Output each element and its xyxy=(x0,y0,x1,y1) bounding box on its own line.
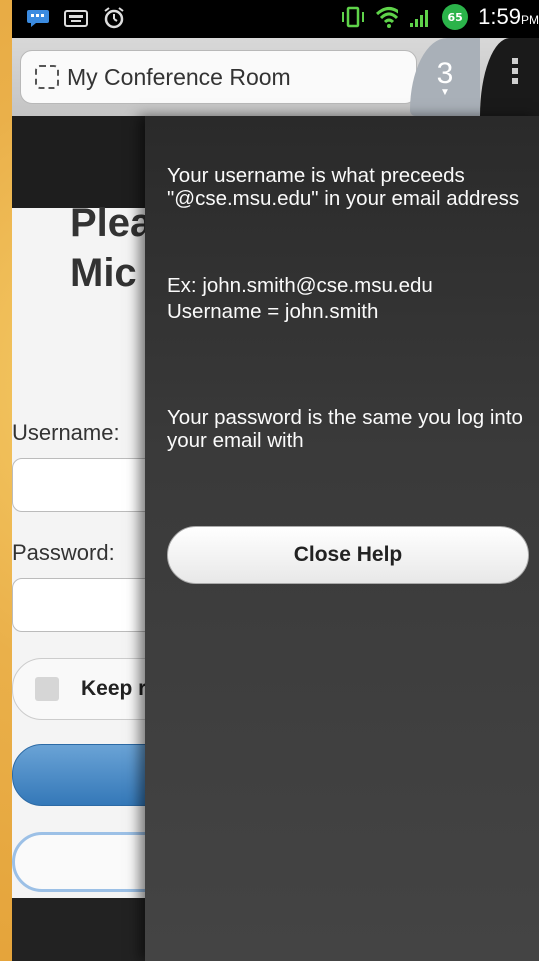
password-label: Password: xyxy=(12,540,115,565)
help-panel: Your username is what preceeds "@cse.msu… xyxy=(145,116,539,961)
keyboard-icon xyxy=(64,8,88,28)
example-username-text: Username = john.smith xyxy=(167,300,379,323)
menu-icon[interactable] xyxy=(512,58,518,84)
chat-icon xyxy=(26,8,50,28)
wifi-icon xyxy=(374,7,399,28)
status-clock: 1:59PM xyxy=(478,4,539,29)
status-bar: 65 1:59PM xyxy=(12,0,539,38)
tab-count: 3 xyxy=(436,56,454,90)
keep-logged-in-checkbox[interactable] xyxy=(35,677,59,701)
password-help-text: Your password is the same you log into y… xyxy=(167,406,523,452)
battery-indicator: 65 xyxy=(442,4,469,30)
page-title: My Conference Room xyxy=(67,63,291,90)
address-bar: My Conference Room 3 ▼ xyxy=(12,38,539,116)
keep-logged-in-label: Keep r xyxy=(81,677,147,700)
close-help-button[interactable]: Close Help xyxy=(167,526,529,584)
chevron-down-icon: ▼ xyxy=(440,86,450,98)
menu-area xyxy=(480,38,539,116)
browser-frame: 65 1:59PM My Conference Room 3 ▼ Plea Mi… xyxy=(12,0,539,961)
username-help-text: Your username is what preceeds "@cse.msu… xyxy=(167,164,520,210)
page-icon xyxy=(35,65,59,89)
example-email-text: Ex: john.smith@cse.msu.edu xyxy=(167,274,433,297)
signal-icon xyxy=(408,7,432,27)
url-field[interactable]: My Conference Room xyxy=(20,50,417,104)
alarm-icon xyxy=(102,7,126,29)
username-label: Username: xyxy=(12,420,120,445)
page-heading: Plea Mic xyxy=(70,201,153,295)
tabs-button[interactable]: 3 ▼ xyxy=(410,38,480,116)
vibrate-icon xyxy=(340,6,365,28)
